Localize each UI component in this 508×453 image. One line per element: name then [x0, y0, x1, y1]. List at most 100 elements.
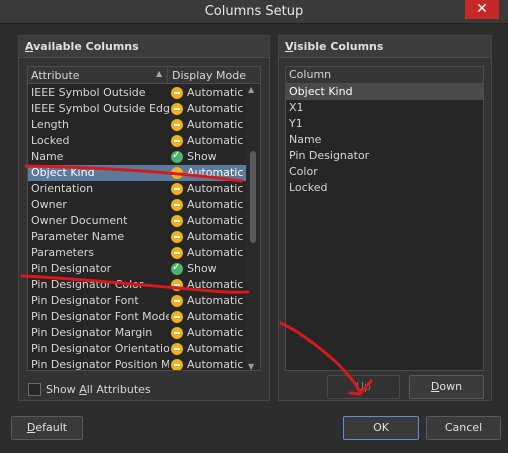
table-row[interactable]: Pin Designator Orientation Automatic: [28, 341, 246, 357]
automatic-icon[interactable]: [171, 119, 183, 131]
table-row[interactable]: Parameter Name Automatic: [28, 229, 246, 245]
list-item[interactable]: Name: [286, 132, 483, 148]
display-mode-value[interactable]: Show: [187, 261, 217, 277]
scroll-up-icon[interactable]: ▲: [248, 85, 254, 94]
column-header-column[interactable]: Column: [286, 67, 483, 84]
column-divider[interactable]: [167, 67, 168, 84]
table-row[interactable]: Pin Designator Show: [28, 260, 246, 277]
display-mode-value[interactable]: Automatic: [187, 165, 243, 181]
table-row[interactable]: Object Kind Automatic: [28, 165, 246, 181]
table-row[interactable]: Pin Designator Color Automatic: [28, 277, 246, 293]
display-mode-value[interactable]: Automatic: [187, 357, 243, 370]
visible-rows: Object Kind X1 Y1 Name Pin Designator Color Lo…: [286, 84, 483, 196]
table-row[interactable]: Pin Designator Font Automatic: [28, 293, 246, 309]
available-columns-list[interactable]: Attribute ▲ Display Mode IEEE Symbol Out…: [27, 66, 261, 371]
automatic-icon[interactable]: [171, 343, 183, 355]
cancel-button[interactable]: Cancel: [426, 416, 501, 440]
scroll-down-icon[interactable]: ▼: [248, 362, 254, 370]
automatic-icon[interactable]: [171, 231, 183, 243]
table-row[interactable]: Pin Designator Margin Automatic: [28, 325, 246, 341]
available-rows: IEEE Symbol Outside Automatic IEEE Symbol …: [28, 85, 246, 370]
attribute-name: Pin Designator Font: [31, 294, 139, 307]
display-mode-value[interactable]: Automatic: [187, 197, 243, 213]
automatic-icon[interactable]: [171, 183, 183, 195]
display-mode-value[interactable]: Automatic: [187, 229, 243, 245]
table-row[interactable]: Owner Document Automatic: [28, 213, 246, 229]
table-row[interactable]: IEEE Symbol Outside Automatic: [28, 85, 246, 101]
table-row[interactable]: Pin Designator Position Mode Automatic: [28, 357, 246, 370]
list-item[interactable]: Y1: [286, 116, 483, 132]
show-all-attributes-checkbox[interactable]: [28, 383, 41, 396]
window-title: Columns Setup: [204, 4, 304, 19]
attribute-name: Owner Document: [31, 214, 128, 227]
automatic-icon[interactable]: [171, 279, 183, 291]
display-mode-value[interactable]: Automatic: [187, 245, 243, 261]
table-row[interactable]: Length Automatic: [28, 117, 246, 133]
automatic-icon[interactable]: [171, 247, 183, 259]
vertical-scrollbar[interactable]: ▲ ▼: [246, 85, 260, 370]
list-item[interactable]: Object Kind: [286, 84, 483, 100]
display-mode-value[interactable]: Automatic: [187, 293, 243, 309]
column-header-display-mode[interactable]: Display Mode: [172, 69, 246, 82]
table-row[interactable]: Locked Automatic: [28, 133, 246, 149]
automatic-icon[interactable]: [171, 87, 183, 99]
column-header-attribute[interactable]: Attribute: [31, 69, 80, 82]
list-item[interactable]: Pin Designator: [286, 148, 483, 164]
display-mode-value[interactable]: Automatic: [187, 181, 243, 197]
automatic-icon[interactable]: [171, 167, 183, 179]
table-row[interactable]: IEEE Symbol Outside Edge Automatic: [28, 101, 246, 117]
table-row[interactable]: Orientation Automatic: [28, 181, 246, 197]
display-mode-value[interactable]: Automatic: [187, 133, 243, 149]
scrollbar-thumb[interactable]: [250, 151, 256, 243]
title-bar: Columns Setup ✕: [0, 0, 508, 24]
attribute-name: IEEE Symbol Outside Edge: [31, 102, 169, 115]
attribute-name: Owner: [31, 198, 67, 211]
attribute-name: Locked: [31, 134, 70, 147]
ok-button[interactable]: OK: [343, 416, 419, 440]
automatic-icon[interactable]: [171, 295, 183, 307]
display-mode-value[interactable]: Automatic: [187, 325, 243, 341]
list-item[interactable]: X1: [286, 100, 483, 116]
list-item[interactable]: Color: [286, 164, 483, 180]
attribute-name: Pin Designator Color: [31, 278, 144, 291]
show-all-attributes-label[interactable]: Show All Attributes: [46, 383, 151, 396]
automatic-icon[interactable]: [171, 311, 183, 323]
automatic-icon[interactable]: [171, 135, 183, 147]
available-columns-header: Available Columns: [19, 36, 269, 58]
display-mode-value[interactable]: Automatic: [187, 101, 243, 117]
table-row[interactable]: Owner Automatic: [28, 197, 246, 213]
automatic-icon[interactable]: [171, 359, 183, 370]
table-row[interactable]: Pin Designator Font Mode Automatic: [28, 309, 246, 325]
attribute-name: Pin Designator: [31, 262, 112, 275]
display-mode-value[interactable]: Show: [187, 149, 217, 165]
up-button[interactable]: Up: [327, 375, 400, 399]
attribute-name: Pin Designator Orientation: [31, 342, 169, 355]
available-list-header: Attribute ▲ Display Mode: [28, 67, 260, 84]
attribute-name: Length: [31, 118, 69, 131]
automatic-icon[interactable]: [171, 199, 183, 211]
attribute-name: Pin Designator Margin: [31, 326, 153, 339]
table-row[interactable]: Parameters Automatic: [28, 245, 246, 261]
automatic-icon[interactable]: [171, 215, 183, 227]
attribute-name: Name: [31, 150, 64, 163]
list-item[interactable]: Locked: [286, 180, 483, 196]
visible-columns-list[interactable]: Column Object Kind X1 Y1 Name Pin Designator…: [285, 66, 484, 371]
attribute-name: Pin Designator Font Mode: [31, 310, 169, 323]
automatic-icon[interactable]: [171, 103, 183, 115]
display-mode-value[interactable]: Automatic: [187, 213, 243, 229]
display-mode-value[interactable]: Automatic: [187, 85, 243, 101]
show-check-icon[interactable]: [171, 148, 183, 164]
table-row[interactable]: Name Show: [28, 148, 246, 165]
show-check-icon[interactable]: [171, 260, 183, 276]
close-button[interactable]: ✕: [465, 0, 499, 19]
sort-ascending-icon: ▲: [156, 69, 163, 78]
default-button[interactable]: Default: [11, 416, 83, 440]
display-mode-value[interactable]: Automatic: [187, 341, 243, 357]
down-button[interactable]: Down: [409, 375, 484, 399]
close-icon: ✕: [476, 1, 488, 17]
automatic-icon[interactable]: [171, 327, 183, 339]
display-mode-value[interactable]: Automatic: [187, 117, 243, 133]
attribute-name: Parameter Name: [31, 230, 125, 243]
display-mode-value[interactable]: Automatic: [187, 277, 243, 293]
display-mode-value[interactable]: Automatic: [187, 309, 243, 325]
